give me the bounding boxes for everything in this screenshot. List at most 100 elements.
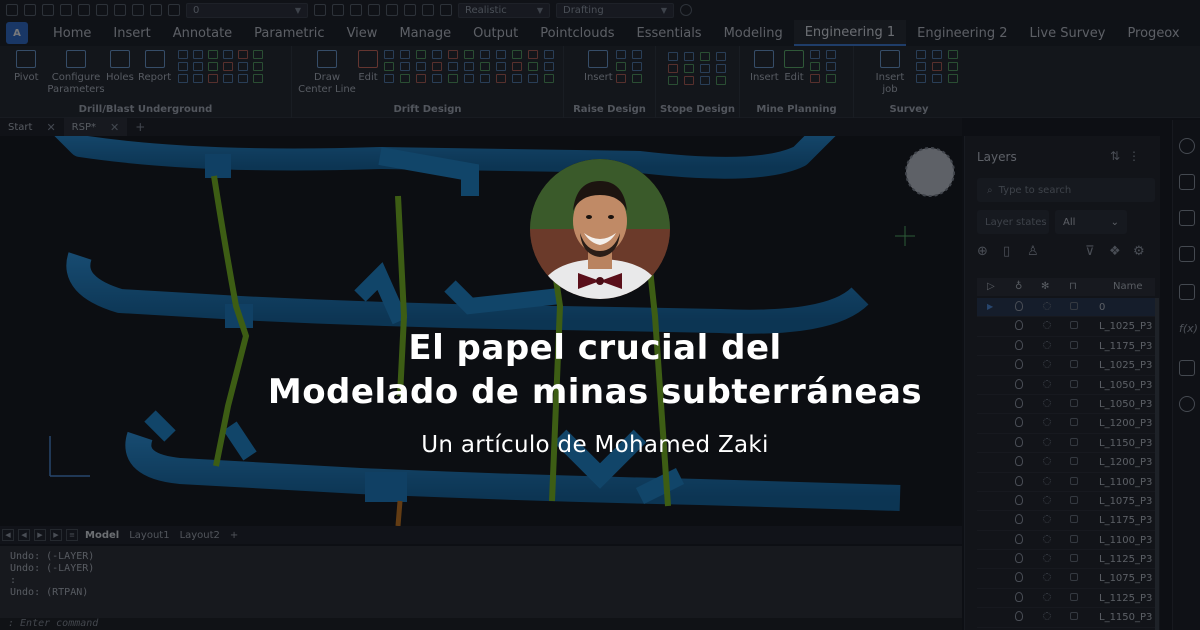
holes-button[interactable]: Holes xyxy=(106,50,134,84)
layer-lock-icon[interactable] xyxy=(1070,398,1078,407)
layer-lock-icon[interactable] xyxy=(1070,321,1078,330)
tab-insert[interactable]: Insert xyxy=(102,20,161,46)
layer-lock-icon[interactable] xyxy=(1070,495,1078,504)
layer-lock-icon[interactable] xyxy=(1070,612,1078,621)
layer-on-icon[interactable] xyxy=(1015,417,1023,428)
layer-row[interactable]: L_1100_P3 xyxy=(977,473,1155,492)
tab-modeling[interactable]: Modeling xyxy=(713,20,794,46)
visual-style-icon[interactable] xyxy=(440,4,452,16)
layer-freeze-icon[interactable] xyxy=(1043,592,1051,601)
layer-freeze-icon[interactable] xyxy=(1043,457,1051,466)
layer-on-icon[interactable] xyxy=(1015,611,1023,622)
layer-freeze-icon[interactable] xyxy=(368,4,380,16)
layer-lock-icon[interactable] xyxy=(1070,437,1078,446)
layer-on-icon[interactable] xyxy=(1015,475,1023,486)
layer-lock-icon[interactable] xyxy=(1070,340,1078,349)
layer-row[interactable]: L_1025_P3 xyxy=(977,356,1155,376)
layer-on-icon[interactable] xyxy=(1015,591,1023,602)
layer-lock-icon[interactable] xyxy=(1070,379,1078,388)
tab-layout2[interactable]: Layout2 xyxy=(177,530,223,541)
tab-model[interactable]: Model xyxy=(82,530,122,541)
layer-row[interactable]: L_1075_P3 xyxy=(977,569,1155,589)
cloud-upload-icon[interactable] xyxy=(1179,396,1195,412)
name-column-header[interactable]: Name xyxy=(1113,281,1143,292)
configure-parameters-button[interactable]: Configure Parameters xyxy=(47,50,105,96)
layer-row[interactable]: L_1050_P3 xyxy=(977,395,1155,415)
mine-tool-grid[interactable] xyxy=(810,50,839,83)
layer-freeze-icon[interactable] xyxy=(1043,515,1051,524)
layer-on-icon[interactable] xyxy=(1015,494,1023,505)
drift-tool-grid[interactable] xyxy=(384,50,557,83)
lock-column-icon[interactable]: ⊓ xyxy=(1069,281,1077,292)
layer-freeze-icon[interactable] xyxy=(1043,302,1051,310)
layer-on-icon[interactable] xyxy=(1015,514,1023,525)
layer-lock-icon[interactable] xyxy=(1070,592,1078,601)
plot-icon[interactable] xyxy=(96,4,108,16)
layer-freeze-icon[interactable] xyxy=(1043,612,1051,621)
layer-on-icon[interactable] xyxy=(1015,456,1023,467)
layer-row[interactable]: L_1175_P3 xyxy=(977,511,1155,531)
layer-on-icon[interactable] xyxy=(1015,339,1023,350)
command-input[interactable]: : Enter command xyxy=(0,618,962,630)
tab-manage[interactable]: Manage xyxy=(388,20,462,46)
layer-row[interactable]: L_1050_P3 xyxy=(977,376,1155,395)
layer-freeze-icon[interactable] xyxy=(1043,379,1051,388)
close-icon[interactable]: ✕ xyxy=(46,121,55,134)
prev-layout-icon[interactable]: ◀ xyxy=(18,529,30,541)
tab-home[interactable]: Home xyxy=(42,20,102,46)
print-icon[interactable] xyxy=(78,4,90,16)
app-menu-logo-icon[interactable]: A xyxy=(6,22,28,44)
filter-icon[interactable]: ⊽ xyxy=(1085,244,1095,259)
layer-lock-icon[interactable] xyxy=(1070,457,1078,466)
publish-icon[interactable] xyxy=(114,4,126,16)
layer-search-input[interactable]: ⌕ Type to search xyxy=(977,178,1155,202)
survey-tool-grid[interactable] xyxy=(916,50,961,83)
layer-lock-icon[interactable] xyxy=(1070,573,1078,582)
grid-icon[interactable] xyxy=(1179,284,1195,300)
mine-edit-button[interactable]: Edit xyxy=(784,50,804,84)
layer-dropdown[interactable]: 0 ▼ xyxy=(186,2,308,18)
layer-on-icon[interactable] xyxy=(1015,397,1023,408)
save-as-icon[interactable] xyxy=(60,4,72,16)
lights-icon[interactable] xyxy=(422,4,434,16)
tab-essentials[interactable]: Essentials xyxy=(626,20,713,46)
tab-output[interactable]: Output xyxy=(462,20,529,46)
layer-freeze-icon[interactable] xyxy=(1043,554,1051,563)
stope-tool-grid[interactable] xyxy=(668,52,729,85)
doc-tab-start[interactable]: Start ✕ xyxy=(0,118,64,136)
tab-view[interactable]: View xyxy=(336,20,389,46)
layer-row[interactable]: L_1200_P3 xyxy=(977,414,1155,434)
layer-row[interactable]: ▶ 0 xyxy=(977,298,1155,318)
layer-lock-icon[interactable] xyxy=(1070,418,1078,427)
drill-tool-grid[interactable] xyxy=(178,50,265,83)
more-options-icon[interactable]: ⋮ xyxy=(1128,149,1148,163)
layer-isolate-icon[interactable] xyxy=(350,4,362,16)
layer-row[interactable]: L_1150_P3 xyxy=(977,608,1155,628)
draw-center-line-button[interactable]: Draw Center Line xyxy=(298,50,356,96)
render-icon[interactable] xyxy=(386,4,398,16)
layer-walk-icon[interactable]: ❖ xyxy=(1109,244,1121,259)
pivot-button[interactable]: Pivot xyxy=(14,50,39,84)
tab-engineering-2[interactable]: Engineering 2 xyxy=(906,20,1018,46)
layer-filter-dropdown[interactable]: All ⌄ xyxy=(1055,210,1127,234)
layer-lock-icon[interactable] xyxy=(1070,534,1078,543)
layer-lock-icon[interactable] xyxy=(1070,360,1078,369)
panel-controls[interactable]: ⇅⋮ xyxy=(1110,149,1148,163)
add-layout-icon[interactable]: + xyxy=(227,530,241,541)
layer-freeze-icon[interactable] xyxy=(1043,418,1051,427)
tab-layout1[interactable]: Layout1 xyxy=(126,530,172,541)
layer-on-icon[interactable] xyxy=(1015,572,1023,583)
layer-row[interactable]: L_1025_P3 xyxy=(977,317,1155,337)
layer-row[interactable]: L_1150_P3 xyxy=(977,434,1155,454)
report-button[interactable]: Report xyxy=(138,50,171,84)
layer-row[interactable]: L_1125_P3 xyxy=(977,550,1155,570)
layer-on-icon[interactable] xyxy=(1015,533,1023,544)
layer-lock-icon[interactable] xyxy=(1070,515,1078,524)
help-icon[interactable] xyxy=(680,4,692,16)
layer-on-icon[interactable] xyxy=(1015,320,1023,331)
layer-freeze-icon[interactable] xyxy=(1043,534,1051,543)
layer-freeze-icon[interactable] xyxy=(1043,573,1051,582)
on-column-icon[interactable]: ♁ xyxy=(1015,281,1022,292)
layer-freeze-icon[interactable] xyxy=(1043,360,1051,369)
tab-annotate[interactable]: Annotate xyxy=(162,20,243,46)
